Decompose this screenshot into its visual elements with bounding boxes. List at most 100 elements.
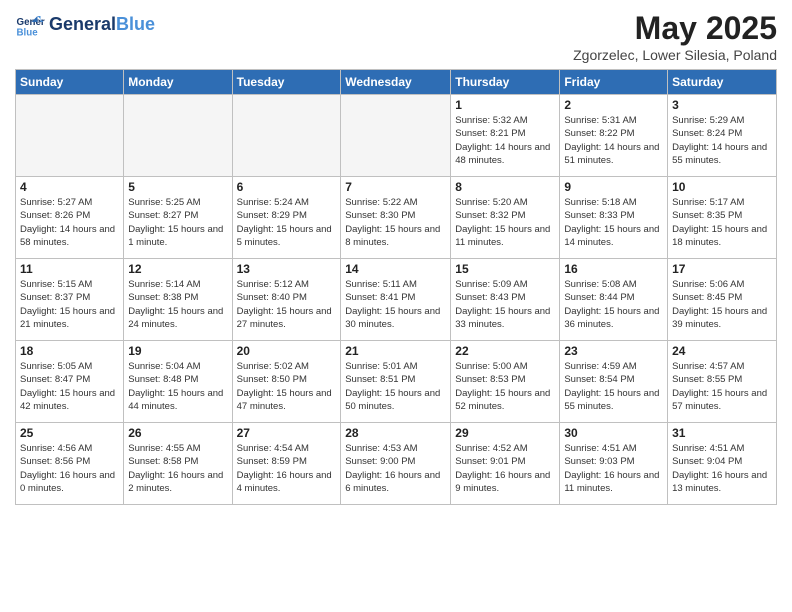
calendar-cell: 24 Sunrise: 4:57 AMSunset: 8:55 PMDayligh…	[668, 341, 777, 423]
day-info: Sunrise: 5:29 AMSunset: 8:24 PMDaylight:…	[672, 114, 772, 167]
day-number: 16	[564, 262, 663, 276]
logo-text: GeneralBlue	[49, 15, 155, 35]
calendar-cell: 3 Sunrise: 5:29 AMSunset: 8:24 PMDaylight…	[668, 95, 777, 177]
day-number: 18	[20, 344, 119, 358]
calendar-cell: 29 Sunrise: 4:52 AMSunset: 9:01 PMDayligh…	[451, 423, 560, 505]
day-number: 8	[455, 180, 555, 194]
day-info: Sunrise: 5:25 AMSunset: 8:27 PMDaylight:…	[128, 196, 227, 249]
calendar-cell: 27 Sunrise: 4:54 AMSunset: 8:59 PMDayligh…	[232, 423, 341, 505]
calendar-header-wednesday: Wednesday	[341, 70, 451, 95]
calendar-week-3: 11 Sunrise: 5:15 AMSunset: 8:37 PMDayligh…	[16, 259, 777, 341]
day-info: Sunrise: 4:56 AMSunset: 8:56 PMDaylight:…	[20, 442, 119, 495]
day-info: Sunrise: 4:51 AMSunset: 9:03 PMDaylight:…	[564, 442, 663, 495]
location: Zgorzelec, Lower Silesia, Poland	[573, 47, 777, 63]
day-number: 28	[345, 426, 446, 440]
day-number: 12	[128, 262, 227, 276]
day-info: Sunrise: 5:08 AMSunset: 8:44 PMDaylight:…	[564, 278, 663, 331]
calendar-cell: 19 Sunrise: 5:04 AMSunset: 8:48 PMDayligh…	[124, 341, 232, 423]
calendar-cell	[124, 95, 232, 177]
calendar-cell: 2Sunrise: 5:31 AMSunset: 8:22 PMDaylight…	[560, 95, 668, 177]
calendar-cell: 23 Sunrise: 4:59 AMSunset: 8:54 PMDayligh…	[560, 341, 668, 423]
day-number: 3	[672, 98, 772, 112]
calendar-header-saturday: Saturday	[668, 70, 777, 95]
day-number: 23	[564, 344, 663, 358]
logo: General Blue GeneralBlue	[15, 10, 155, 40]
calendar-cell: 13 Sunrise: 5:12 AMSunset: 8:40 PMDayligh…	[232, 259, 341, 341]
calendar-cell: 22Sunrise: 5:00 AMSunset: 8:53 PMDayligh…	[451, 341, 560, 423]
day-number: 9	[564, 180, 663, 194]
calendar-cell: 4 Sunrise: 5:27 AMSunset: 8:26 PMDaylight…	[16, 177, 124, 259]
day-info: Sunrise: 5:14 AMSunset: 8:38 PMDaylight:…	[128, 278, 227, 331]
day-number: 14	[345, 262, 446, 276]
day-info: Sunrise: 5:32 AMSunset: 8:21 PMDaylight:…	[455, 114, 555, 167]
calendar-cell	[16, 95, 124, 177]
day-number: 1	[455, 98, 555, 112]
day-info: Sunrise: 5:11 AMSunset: 8:41 PMDaylight:…	[345, 278, 446, 331]
calendar-cell: 17Sunrise: 5:06 AMSunset: 8:45 PMDayligh…	[668, 259, 777, 341]
calendar-header-thursday: Thursday	[451, 70, 560, 95]
calendar-week-2: 4 Sunrise: 5:27 AMSunset: 8:26 PMDaylight…	[16, 177, 777, 259]
day-number: 29	[455, 426, 555, 440]
day-info: Sunrise: 5:00 AMSunset: 8:53 PMDaylight:…	[455, 360, 555, 413]
svg-text:General: General	[17, 17, 46, 28]
calendar-cell: 16 Sunrise: 5:08 AMSunset: 8:44 PMDayligh…	[560, 259, 668, 341]
day-number: 7	[345, 180, 446, 194]
calendar-cell: 15 Sunrise: 5:09 AMSunset: 8:43 PMDayligh…	[451, 259, 560, 341]
day-number: 31	[672, 426, 772, 440]
day-number: 25	[20, 426, 119, 440]
calendar-cell: 18 Sunrise: 5:05 AMSunset: 8:47 PMDayligh…	[16, 341, 124, 423]
day-number: 17	[672, 262, 772, 276]
calendar-header-monday: Monday	[124, 70, 232, 95]
calendar-cell	[341, 95, 451, 177]
day-number: 10	[672, 180, 772, 194]
day-info: Sunrise: 5:09 AMSunset: 8:43 PMDaylight:…	[455, 278, 555, 331]
day-number: 27	[237, 426, 337, 440]
day-info: Sunrise: 4:55 AMSunset: 8:58 PMDaylight:…	[128, 442, 227, 495]
day-number: 2	[564, 98, 663, 112]
day-info: Sunrise: 5:04 AMSunset: 8:48 PMDaylight:…	[128, 360, 227, 413]
day-number: 4	[20, 180, 119, 194]
calendar-cell: 26Sunrise: 4:55 AMSunset: 8:58 PMDayligh…	[124, 423, 232, 505]
calendar-cell: 31 Sunrise: 4:51 AMSunset: 9:04 PMDayligh…	[668, 423, 777, 505]
calendar-cell: 11 Sunrise: 5:15 AMSunset: 8:37 PMDayligh…	[16, 259, 124, 341]
day-info: Sunrise: 4:57 AMSunset: 8:55 PMDaylight:…	[672, 360, 772, 413]
day-number: 20	[237, 344, 337, 358]
day-info: Sunrise: 5:12 AMSunset: 8:40 PMDaylight:…	[237, 278, 337, 331]
day-number: 30	[564, 426, 663, 440]
calendar-cell: 28Sunrise: 4:53 AMSunset: 9:00 PMDayligh…	[341, 423, 451, 505]
day-number: 13	[237, 262, 337, 276]
day-info: Sunrise: 4:54 AMSunset: 8:59 PMDaylight:…	[237, 442, 337, 495]
day-info: Sunrise: 4:59 AMSunset: 8:54 PMDaylight:…	[564, 360, 663, 413]
calendar-cell: 21 Sunrise: 5:01 AMSunset: 8:51 PMDayligh…	[341, 341, 451, 423]
calendar-week-4: 18 Sunrise: 5:05 AMSunset: 8:47 PMDayligh…	[16, 341, 777, 423]
day-info: Sunrise: 5:24 AMSunset: 8:29 PMDaylight:…	[237, 196, 337, 249]
calendar-cell: 30 Sunrise: 4:51 AMSunset: 9:03 PMDayligh…	[560, 423, 668, 505]
calendar: SundayMondayTuesdayWednesdayThursdayFrid…	[15, 69, 777, 505]
day-info: Sunrise: 5:05 AMSunset: 8:47 PMDaylight:…	[20, 360, 119, 413]
day-info: Sunrise: 4:51 AMSunset: 9:04 PMDaylight:…	[672, 442, 772, 495]
day-info: Sunrise: 5:01 AMSunset: 8:51 PMDaylight:…	[345, 360, 446, 413]
day-info: Sunrise: 5:15 AMSunset: 8:37 PMDaylight:…	[20, 278, 119, 331]
day-number: 19	[128, 344, 227, 358]
day-number: 24	[672, 344, 772, 358]
day-info: Sunrise: 5:20 AMSunset: 8:32 PMDaylight:…	[455, 196, 555, 249]
calendar-cell: 20Sunrise: 5:02 AMSunset: 8:50 PMDayligh…	[232, 341, 341, 423]
calendar-header-sunday: Sunday	[16, 70, 124, 95]
day-number: 15	[455, 262, 555, 276]
page-container: General Blue GeneralBlue May 2025 Zgorze…	[0, 0, 792, 612]
day-number: 5	[128, 180, 227, 194]
day-info: Sunrise: 4:52 AMSunset: 9:01 PMDaylight:…	[455, 442, 555, 495]
day-number: 11	[20, 262, 119, 276]
calendar-header-friday: Friday	[560, 70, 668, 95]
title-block: May 2025 Zgorzelec, Lower Silesia, Polan…	[573, 10, 777, 63]
calendar-cell: 7 Sunrise: 5:22 AMSunset: 8:30 PMDaylight…	[341, 177, 451, 259]
day-info: Sunrise: 5:22 AMSunset: 8:30 PMDaylight:…	[345, 196, 446, 249]
day-info: Sunrise: 5:27 AMSunset: 8:26 PMDaylight:…	[20, 196, 119, 249]
day-info: Sunrise: 5:18 AMSunset: 8:33 PMDaylight:…	[564, 196, 663, 249]
day-number: 6	[237, 180, 337, 194]
day-number: 21	[345, 344, 446, 358]
calendar-cell: 5 Sunrise: 5:25 AMSunset: 8:27 PMDaylight…	[124, 177, 232, 259]
calendar-week-1: 1 Sunrise: 5:32 AMSunset: 8:21 PMDaylight…	[16, 95, 777, 177]
calendar-cell: 25 Sunrise: 4:56 AMSunset: 8:56 PMDayligh…	[16, 423, 124, 505]
calendar-cell	[232, 95, 341, 177]
